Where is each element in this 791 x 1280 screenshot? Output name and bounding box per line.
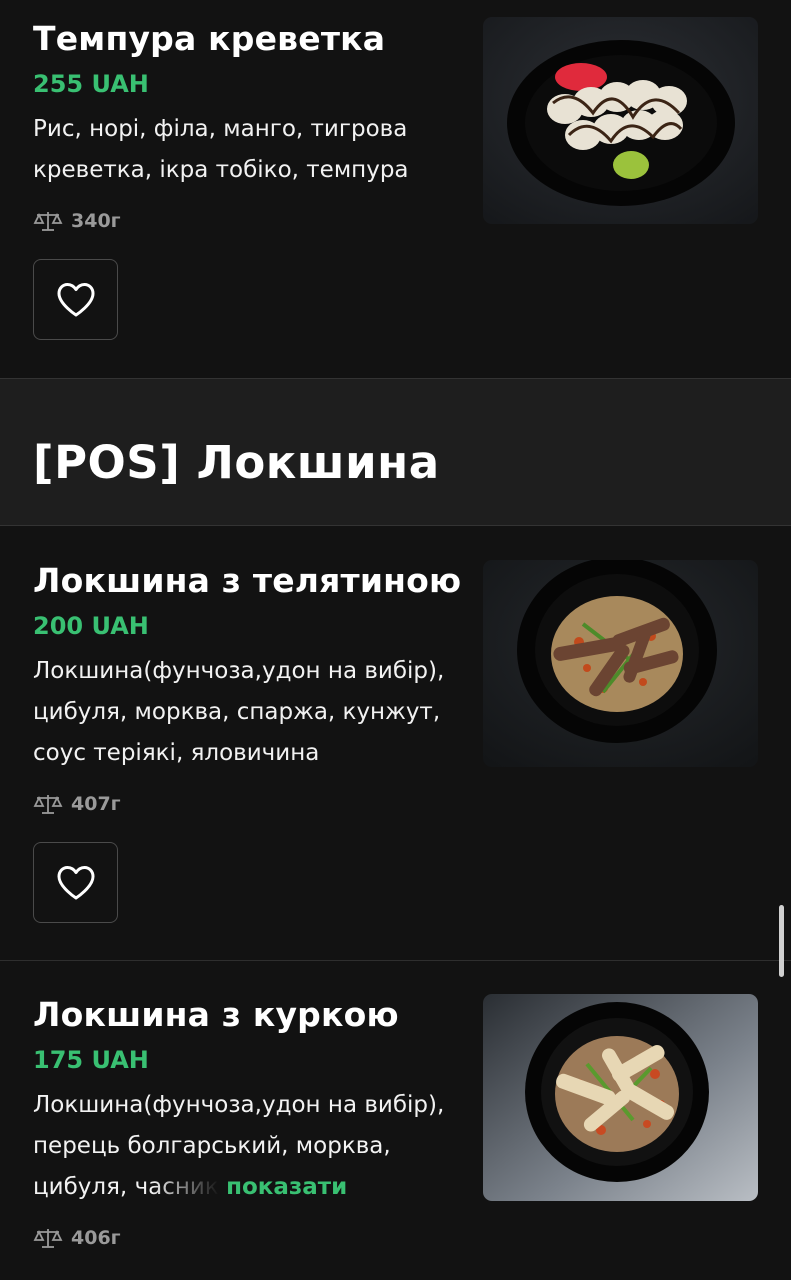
item-weight: 407г (33, 790, 463, 818)
item-price: 175 UAH (33, 1046, 149, 1074)
scale-icon (33, 212, 63, 231)
heart-icon (57, 282, 94, 316)
item-weight: 406г (33, 1224, 463, 1252)
item-title: Локшина з куркою (33, 995, 399, 1034)
scale-icon (33, 795, 63, 814)
item-price: 255 UAH (33, 70, 149, 98)
weight-value: 406г (71, 1227, 121, 1249)
item-photo[interactable] (483, 17, 758, 224)
weight-value: 340г (71, 210, 121, 232)
scrollbar-thumb[interactable] (779, 905, 784, 977)
item-description: Рис, норі, філа, манго, тигрова креветка… (33, 116, 409, 183)
item-photo[interactable] (483, 560, 758, 767)
item-weight: 340г (33, 207, 463, 235)
category-title: [POS] Локшина (33, 436, 440, 489)
item-description: Локшина(фунчоза,удон на вибір), цибуля, … (33, 658, 445, 766)
item-description: Локшина(фунчоза,удон на вибір), перець б… (33, 1085, 463, 1208)
item-title: Локшина з телятиною (33, 561, 462, 600)
description-faded-text: часник (134, 1174, 219, 1200)
favorite-button[interactable] (33, 842, 118, 923)
show-more-link[interactable]: показати (226, 1174, 347, 1200)
item-price: 200 UAH (33, 612, 149, 640)
weight-value: 407г (71, 793, 121, 815)
favorite-button[interactable] (33, 259, 118, 340)
item-title: Темпура креветка (33, 19, 386, 58)
heart-icon (57, 865, 94, 899)
scale-icon (33, 1229, 63, 1248)
item-photo[interactable] (483, 994, 758, 1201)
category-header: [POS] Локшина (0, 378, 791, 526)
item-divider (0, 960, 791, 961)
